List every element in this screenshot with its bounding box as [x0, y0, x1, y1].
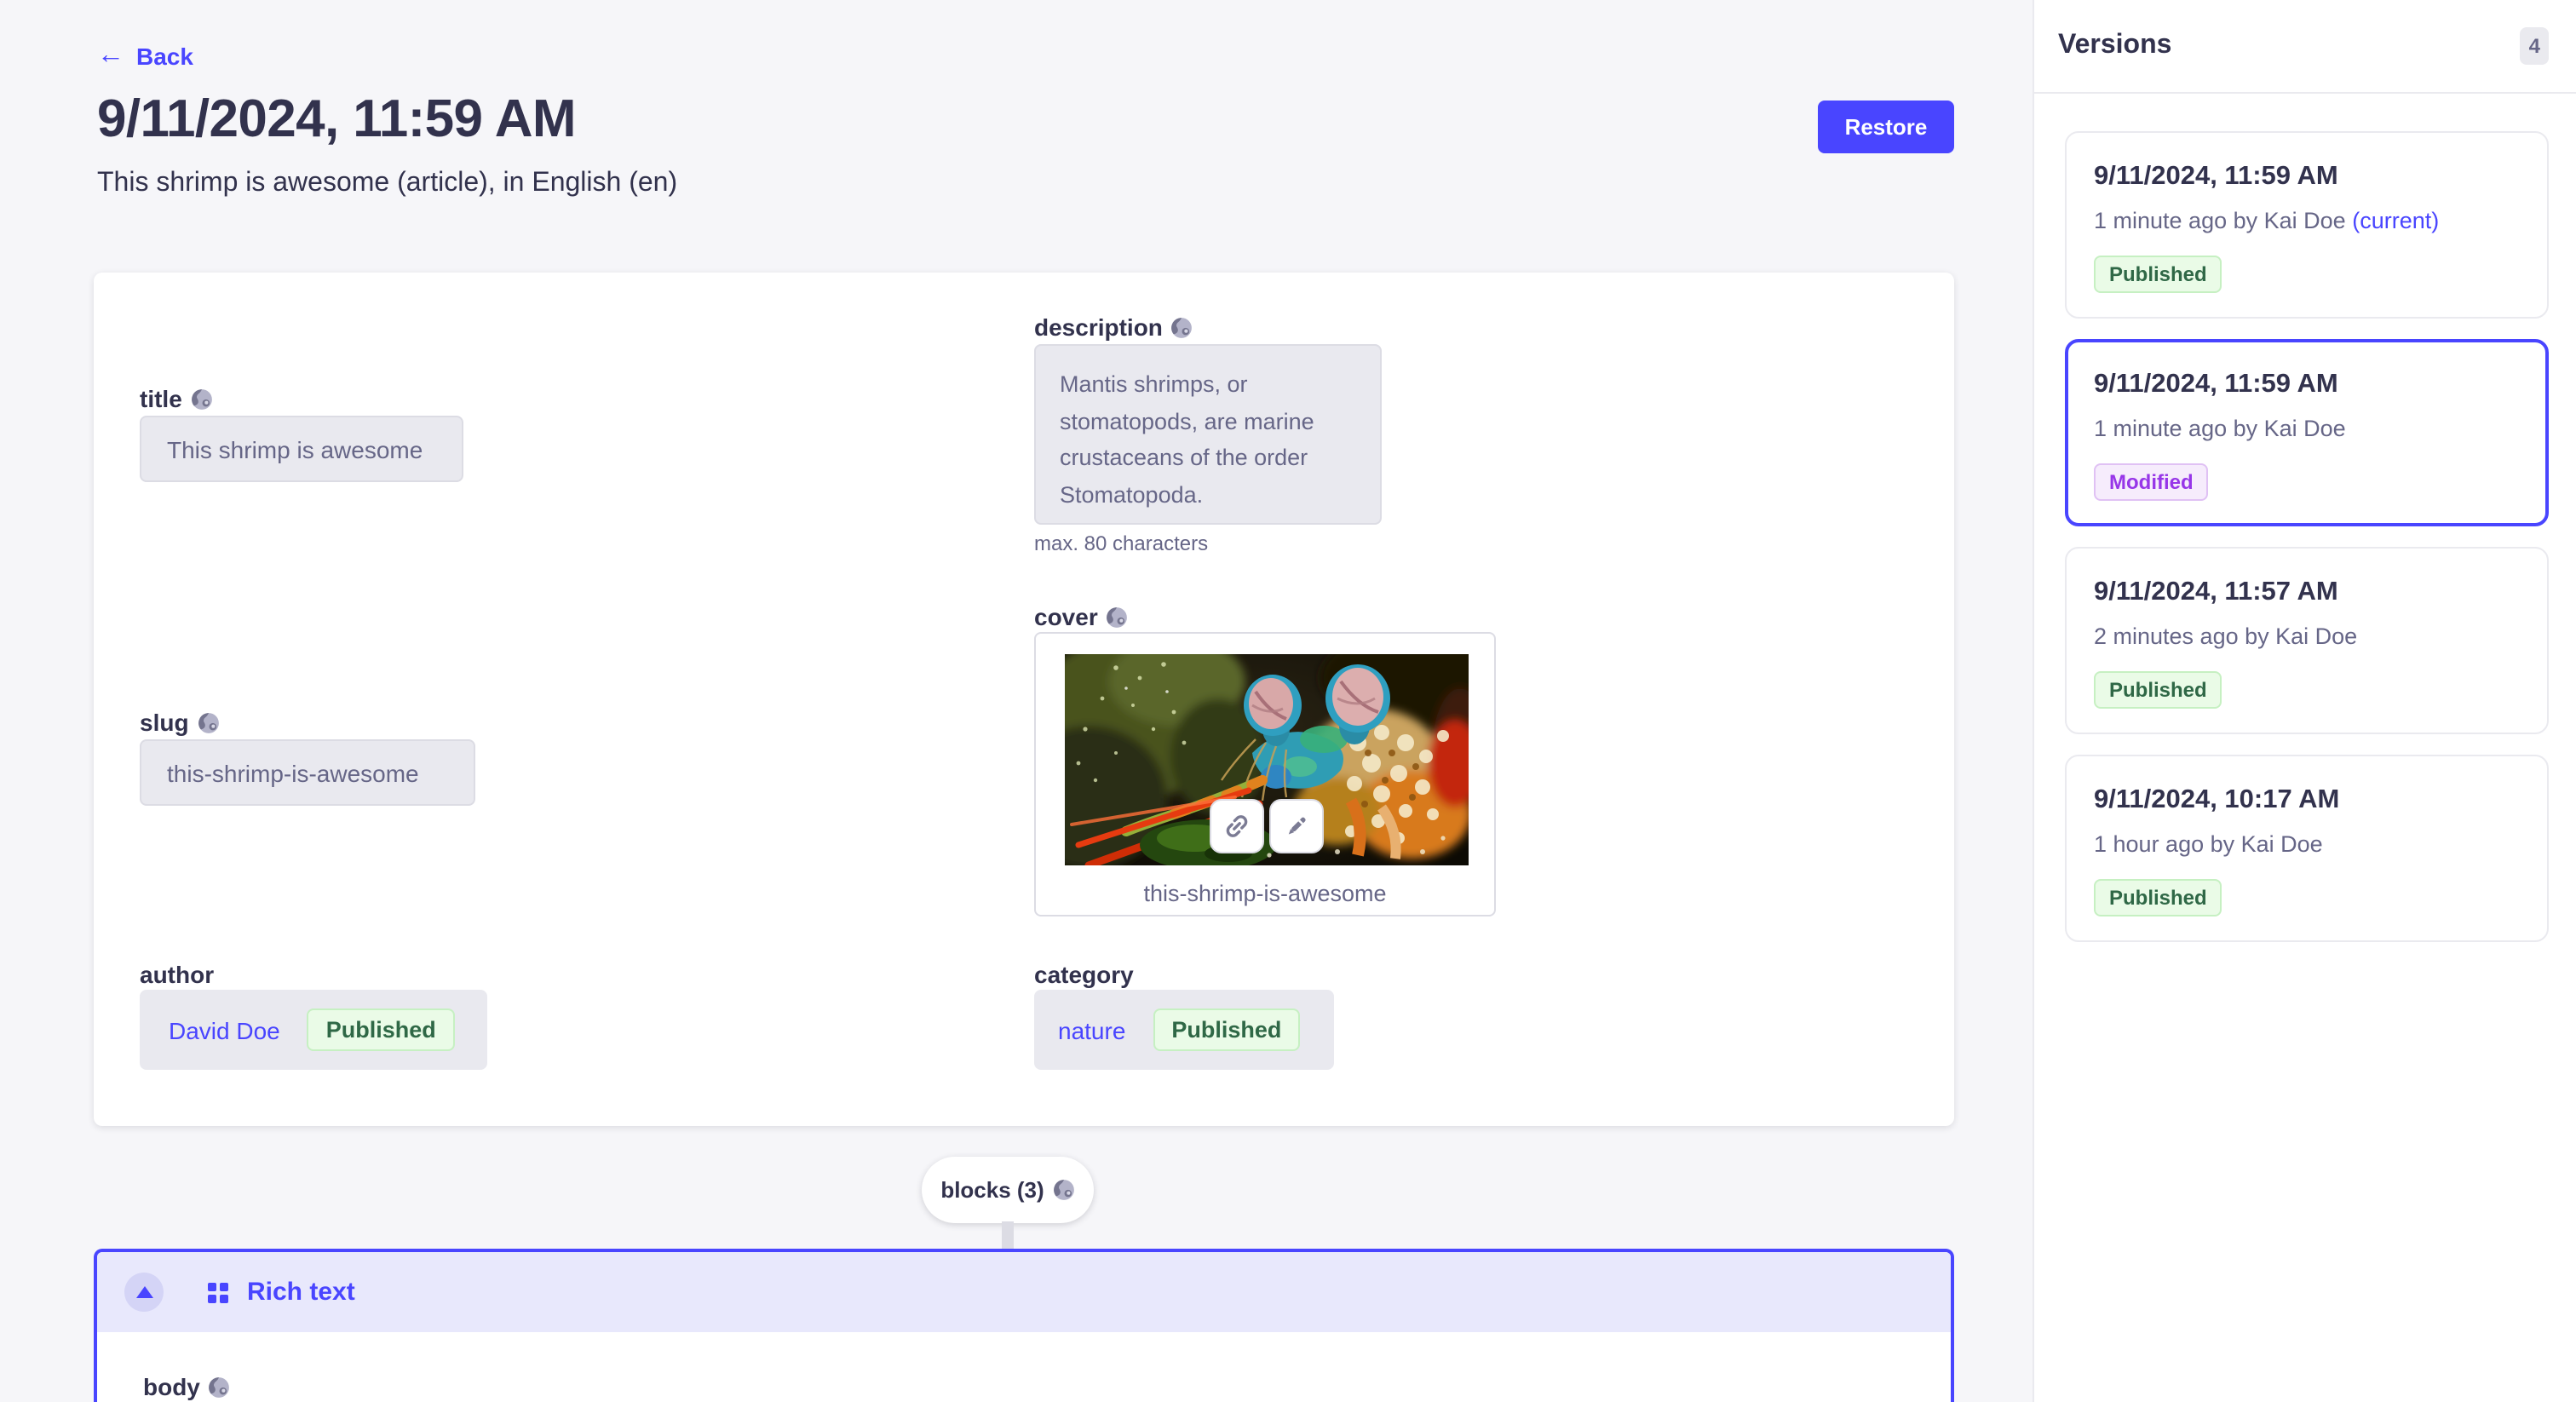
version-status-badge: Modified	[2094, 463, 2209, 501]
cover-field-label: cover	[1034, 603, 1129, 630]
versions-list: 9/11/2024, 11:59 AM 1 minute ago by Kai …	[2034, 94, 2576, 942]
edit-media-button[interactable]	[1269, 799, 1324, 853]
version-status-badge: Published	[2094, 671, 2222, 709]
cover-media-card: this-shrimp-is-awesome	[1034, 632, 1496, 916]
slug-label-text: slug	[140, 709, 189, 736]
arrow-left-icon: ←	[97, 43, 124, 70]
slug-field-label: slug	[140, 709, 220, 736]
blocks-field-pill[interactable]: blocks (3)	[922, 1157, 1094, 1223]
category-relation-link[interactable]: nature	[1058, 1016, 1125, 1043]
version-history-page: ← Back 9/11/2024, 11:59 AM This shrimp i…	[0, 0, 2576, 1402]
author-field-label: author	[140, 961, 214, 988]
pencil-icon	[1283, 813, 1310, 840]
author-status-badge: Published	[308, 1008, 455, 1051]
versions-panel: Versions 4 9/11/2024, 11:59 AM 1 minute …	[2033, 0, 2576, 1402]
version-meta: 2 minutes ago by Kai Doe	[2094, 620, 2520, 652]
versions-heading: Versions	[2058, 31, 2171, 61]
page-subtitle: This shrimp is awesome (article), in Eng…	[97, 169, 677, 199]
title-label-text: title	[140, 385, 182, 412]
version-status-badge: Published	[2094, 256, 2222, 293]
body-label-text: body	[143, 1373, 200, 1400]
version-date: 9/11/2024, 11:59 AM	[2094, 368, 2520, 402]
rich-text-title: Rich text	[247, 1278, 355, 1307]
version-card-selected[interactable]: 9/11/2024, 11:59 AM 1 minute ago by Kai …	[2065, 339, 2549, 526]
version-current-tag: (current)	[2352, 208, 2439, 233]
version-meta: 1 hour ago by Kai Doe	[2094, 828, 2520, 860]
globe-icon	[198, 711, 220, 733]
component-grid-icon	[208, 1282, 228, 1302]
globe-icon	[209, 1376, 231, 1398]
version-date: 9/11/2024, 10:17 AM	[2094, 784, 2520, 818]
globe-icon	[1107, 606, 1129, 628]
author-label-text: author	[140, 961, 214, 988]
caret-up-icon	[135, 1286, 152, 1298]
cover-actions	[1210, 799, 1324, 853]
version-date: 9/11/2024, 11:57 AM	[2094, 576, 2520, 610]
versions-header: Versions 4	[2034, 0, 2576, 94]
version-card[interactable]: 9/11/2024, 10:17 AM 1 hour ago by Kai Do…	[2065, 755, 2549, 942]
version-meta-text: 1 minute ago by Kai Doe	[2094, 416, 2346, 441]
link-icon	[1223, 813, 1251, 840]
back-label: Back	[136, 43, 193, 70]
cover-filename: this-shrimp-is-awesome	[1036, 881, 1494, 906]
version-meta: 1 minute ago by Kai Doe	[2094, 412, 2520, 445]
blocks-connector-line	[1002, 1221, 1014, 1250]
version-badge-row: Published	[2094, 256, 2520, 293]
author-relation-box: David Doe Published	[140, 990, 487, 1070]
version-badge-row: Published	[2094, 671, 2520, 709]
globe-icon	[1171, 316, 1193, 338]
author-relation-link[interactable]: David Doe	[169, 1016, 280, 1043]
rich-text-accordion-body: body	[97, 1332, 1951, 1402]
version-preview-card: title This shrimp is awesome description…	[94, 273, 1954, 1126]
versions-count-badge: 4	[2521, 27, 2549, 66]
collapse-button[interactable]	[124, 1273, 164, 1312]
version-status-badge: Published	[2094, 879, 2222, 916]
description-field-label: description	[1034, 313, 1193, 341]
globe-icon	[1053, 1179, 1075, 1201]
cover-label-text: cover	[1034, 603, 1098, 630]
title-input: This shrimp is awesome	[140, 416, 463, 482]
category-relation-box: nature Published	[1034, 990, 1334, 1070]
category-label-text: category	[1034, 961, 1134, 988]
version-card[interactable]: 9/11/2024, 11:57 AM 2 minutes ago by Kai…	[2065, 547, 2549, 734]
category-status-badge: Published	[1153, 1008, 1300, 1051]
version-date: 9/11/2024, 11:59 AM	[2094, 160, 2520, 194]
description-textarea: Mantis shrimps, or stomatopods, are mari…	[1034, 344, 1382, 525]
copy-link-button[interactable]	[1210, 799, 1264, 853]
category-field-label: category	[1034, 961, 1134, 988]
title-field-label: title	[140, 385, 213, 412]
version-meta: 1 minute ago by Kai Doe (current)	[2094, 204, 2520, 237]
version-meta-text: 1 hour ago by Kai Doe	[2094, 831, 2323, 857]
description-hint: max. 80 characters	[1034, 531, 1208, 555]
page-title: 9/11/2024, 11:59 AM	[97, 89, 576, 150]
globe-icon	[191, 388, 213, 410]
version-badge-row: Modified	[2094, 463, 2520, 501]
body-field-label: body	[143, 1373, 231, 1400]
back-link[interactable]: ← Back	[97, 43, 193, 70]
description-label-text: description	[1034, 313, 1163, 341]
version-meta-text: 1 minute ago by Kai Doe	[2094, 208, 2346, 233]
restore-button[interactable]: Restore	[1818, 101, 1954, 153]
version-badge-row: Published	[2094, 879, 2520, 916]
slug-input: this-shrimp-is-awesome	[140, 739, 475, 806]
rich-text-accordion-header[interactable]: Rich text	[97, 1252, 1951, 1332]
version-meta-text: 2 minutes ago by Kai Doe	[2094, 623, 2357, 649]
version-card-current[interactable]: 9/11/2024, 11:59 AM 1 minute ago by Kai …	[2065, 131, 2549, 319]
rich-text-block: Rich text body	[94, 1249, 1954, 1402]
blocks-pill-label: blocks (3)	[940, 1177, 1044, 1203]
